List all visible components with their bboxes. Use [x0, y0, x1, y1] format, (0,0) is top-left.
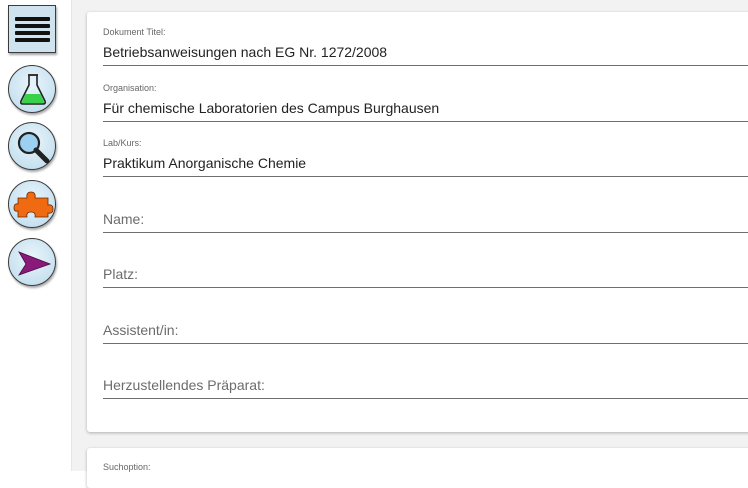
name-field[interactable]: Name: — [103, 194, 748, 233]
search-option-card: Suchoption: — [87, 448, 748, 488]
place-field[interactable]: Platz: — [103, 249, 748, 288]
magnifier-icon — [17, 131, 50, 164]
lab-course-value: Praktikum Anorganische Chemie — [103, 155, 307, 171]
modules-button[interactable] — [8, 180, 56, 228]
main-content: Dokument Titel: Betriebsanweisungen nach… — [72, 0, 748, 488]
document-title-label: Dokument Titel: — [103, 27, 166, 37]
document-title-field[interactable]: Dokument Titel: Betriebsanweisungen nach… — [103, 27, 748, 66]
preparation-placeholder: Herzustellendes Präparat: — [103, 377, 265, 393]
document-title-value: Betriebsanweisungen nach EG Nr. 1272/200… — [103, 44, 388, 60]
puzzle-icon — [13, 191, 54, 218]
organisation-field[interactable]: Organisation: Für chemische Laboratorien… — [103, 83, 748, 122]
place-placeholder: Platz: — [103, 266, 139, 282]
assistant-placeholder: Assistent/in: — [103, 322, 179, 338]
lab-course-label: Lab/Kurs: — [103, 138, 142, 148]
send-arrow-icon — [18, 251, 52, 276]
sidebar — [0, 0, 72, 471]
flask-icon — [19, 74, 47, 105]
menu-button[interactable] — [8, 5, 56, 53]
organisation-label: Organisation: — [103, 83, 157, 93]
document-form-card: Dokument Titel: Betriebsanweisungen nach… — [87, 12, 748, 432]
assistant-field[interactable]: Assistent/in: — [103, 305, 748, 344]
lab-course-field[interactable]: Lab/Kurs: Praktikum Anorganische Chemie — [103, 138, 748, 177]
substances-button[interactable] — [8, 65, 56, 113]
preparation-field[interactable]: Herzustellendes Präparat: — [103, 360, 748, 399]
send-button[interactable] — [8, 238, 56, 286]
search-button[interactable] — [8, 122, 56, 170]
organisation-value: Für chemische Laboratorien des Campus Bu… — [103, 100, 440, 116]
name-placeholder: Name: — [103, 211, 145, 227]
